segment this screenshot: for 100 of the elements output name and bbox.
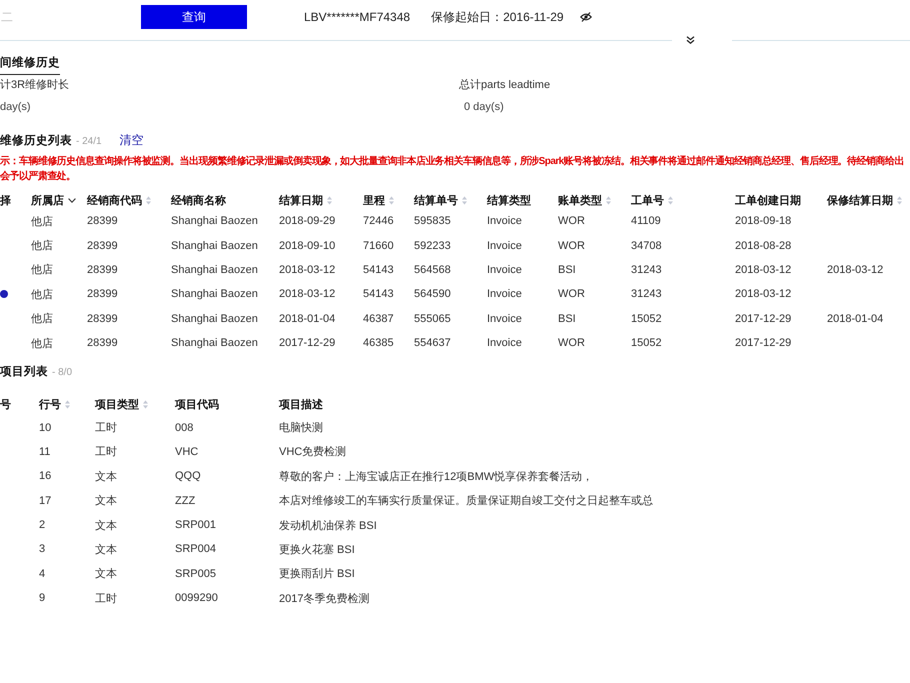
clear-link[interactable]: 清空 <box>120 132 144 148</box>
sort-icon[interactable] <box>897 196 902 205</box>
table-cell-text: 他店 <box>31 262 53 278</box>
column-header[interactable]: 结算日期 <box>279 193 323 208</box>
table-cell: 16 <box>39 470 52 482</box>
table-cell: 54143 <box>363 288 394 300</box>
table-cell: 28399 <box>87 264 118 276</box>
count-text: - 8/0 <box>52 366 72 380</box>
table-cell-text: 尊敬的客户：上海宝诚店正在推行12项BMW悦享保养套餐活动， <box>279 470 594 484</box>
table-cell: Shanghai Baozen <box>171 312 258 325</box>
table-cell: Invoice <box>487 312 522 325</box>
table-cell: 72446 <box>363 215 394 228</box>
table-cell: Invoice <box>487 288 522 300</box>
eye-slash-icon[interactable] <box>580 12 592 22</box>
table-cell: Invoice <box>487 240 522 252</box>
table-cell: 2018-01-04 <box>827 312 884 325</box>
table-cell-text: 文本 <box>95 542 117 557</box>
table-cell: Shanghai Baozen <box>171 288 258 300</box>
warranty-start-text: 保修起始日：2016-11-29 <box>431 8 564 26</box>
column-header[interactable]: 工单创建日期 <box>735 193 801 208</box>
table-cell: 2018-03-12 <box>827 264 884 276</box>
table-cell-text: 他店 <box>31 336 53 351</box>
section-title: 维修历史列表 <box>0 133 72 149</box>
sort-icon[interactable] <box>143 400 148 409</box>
table-cell: WOR <box>558 337 585 350</box>
table-cell-text: 工时 <box>95 445 117 460</box>
column-header[interactable]: 所属店 <box>31 193 64 208</box>
table-cell: 11 <box>39 446 50 458</box>
table-cell: 2018-03-12 <box>735 264 792 276</box>
table-cell-text: 文本 <box>95 494 117 508</box>
sort-icon[interactable] <box>606 196 611 205</box>
table-cell-text: 更换火花塞 BSI <box>279 542 355 557</box>
table-cell: SRP001 <box>175 519 216 532</box>
section-tab[interactable]: 间维修历史 <box>0 55 60 75</box>
chevron-down-icon[interactable] <box>68 198 76 203</box>
table-cell: Invoice <box>487 215 522 228</box>
table-cell: Shanghai Baozen <box>171 240 258 252</box>
table-cell: 28399 <box>87 215 118 228</box>
column-header[interactable]: 经销商名称 <box>171 193 226 208</box>
table-cell: 71660 <box>363 240 394 252</box>
table-cell: 595835 <box>414 215 451 228</box>
table-cell: 2018-08-28 <box>735 240 792 252</box>
table-cell: 15052 <box>631 337 662 350</box>
table-cell: 2018-09-29 <box>279 215 336 228</box>
sort-icon[interactable] <box>146 196 151 205</box>
column-header[interactable]: 项目描述 <box>279 396 323 412</box>
sort-icon[interactable] <box>668 196 673 205</box>
sort-icon[interactable] <box>327 196 332 205</box>
warning-text: 示：车辆维修历史信息查询操作将被监测。当出现频繁维修记录泄漏或倒卖现象，如大批量查询非本店业务相关车辆信息等，所涉Spark账号将被冻结。相关事件将通过邮件通知经销商总经理、售后经理。待经销商给出 <box>0 154 905 169</box>
vin-text: LBV*******MF74348 <box>304 10 410 24</box>
table-cell: Shanghai Baozen <box>171 264 258 276</box>
table-cell: ZZZ <box>175 494 196 507</box>
table-cell-text: 文本 <box>95 518 117 533</box>
table-cell: 2018-03-12 <box>279 264 336 276</box>
table-cell: BSI <box>558 312 576 325</box>
table-cell: BSI <box>558 264 576 276</box>
column-header[interactable]: 经销商代码 <box>87 193 142 208</box>
table-cell: 3 <box>39 543 46 556</box>
column-header[interactable]: 结算单号 <box>414 193 458 208</box>
double-chevron-down-icon[interactable] <box>686 36 695 44</box>
column-header[interactable]: 项目代码 <box>175 396 219 412</box>
table-cell: 15052 <box>631 312 662 325</box>
table-cell: 2018-03-12 <box>279 288 336 300</box>
count-text: - 24/1 <box>76 135 102 149</box>
column-header[interactable]: 里程 <box>363 193 385 208</box>
table-cell: 2018-03-12 <box>735 288 792 300</box>
table-cell-text: 发动机机油保养 BSI <box>279 518 377 533</box>
search-field[interactable]: 二 <box>0 5 141 29</box>
table-cell: 41109 <box>631 215 661 228</box>
table-cell: 28399 <box>87 337 118 350</box>
radio-button[interactable] <box>0 290 8 298</box>
table-cell: SRP005 <box>175 568 216 580</box>
sort-icon[interactable] <box>389 196 394 205</box>
table-cell: 46387 <box>363 312 394 325</box>
column-header[interactable]: 择 <box>0 193 11 208</box>
sort-icon[interactable] <box>65 400 70 409</box>
table-cell-text: 更换雨刮片 BSI <box>279 567 355 582</box>
table-cell: 564568 <box>414 264 451 276</box>
table-cell: Invoice <box>487 264 522 276</box>
table-cell: 592233 <box>414 240 451 252</box>
table-cell: 555065 <box>414 312 451 325</box>
table-cell: 34708 <box>631 240 662 252</box>
table-cell: 17 <box>39 494 52 507</box>
table-cell: 54143 <box>363 264 394 276</box>
table-cell-text: 工时 <box>95 421 117 436</box>
column-header[interactable]: 账单类型 <box>558 193 602 208</box>
metric-label: 计3R维修时长 <box>0 78 70 93</box>
table-cell: 31243 <box>631 288 662 300</box>
sort-icon[interactable] <box>462 196 467 205</box>
column-header[interactable]: 号 <box>0 396 11 412</box>
column-header[interactable]: 项目类型 <box>95 396 139 412</box>
table-cell: 2017-12-29 <box>735 312 792 325</box>
column-header[interactable]: 工单号 <box>631 193 664 208</box>
query-button[interactable]: 查询 <box>141 5 247 29</box>
table-cell-text: VHC免费检测 <box>279 445 346 460</box>
column-header[interactable]: 保修结算日期 <box>827 193 893 208</box>
table-cell: 2017-12-29 <box>279 337 336 350</box>
column-header[interactable]: 行号 <box>39 396 61 412</box>
table-cell: 2018-01-04 <box>279 312 336 325</box>
column-header[interactable]: 结算类型 <box>487 193 531 208</box>
